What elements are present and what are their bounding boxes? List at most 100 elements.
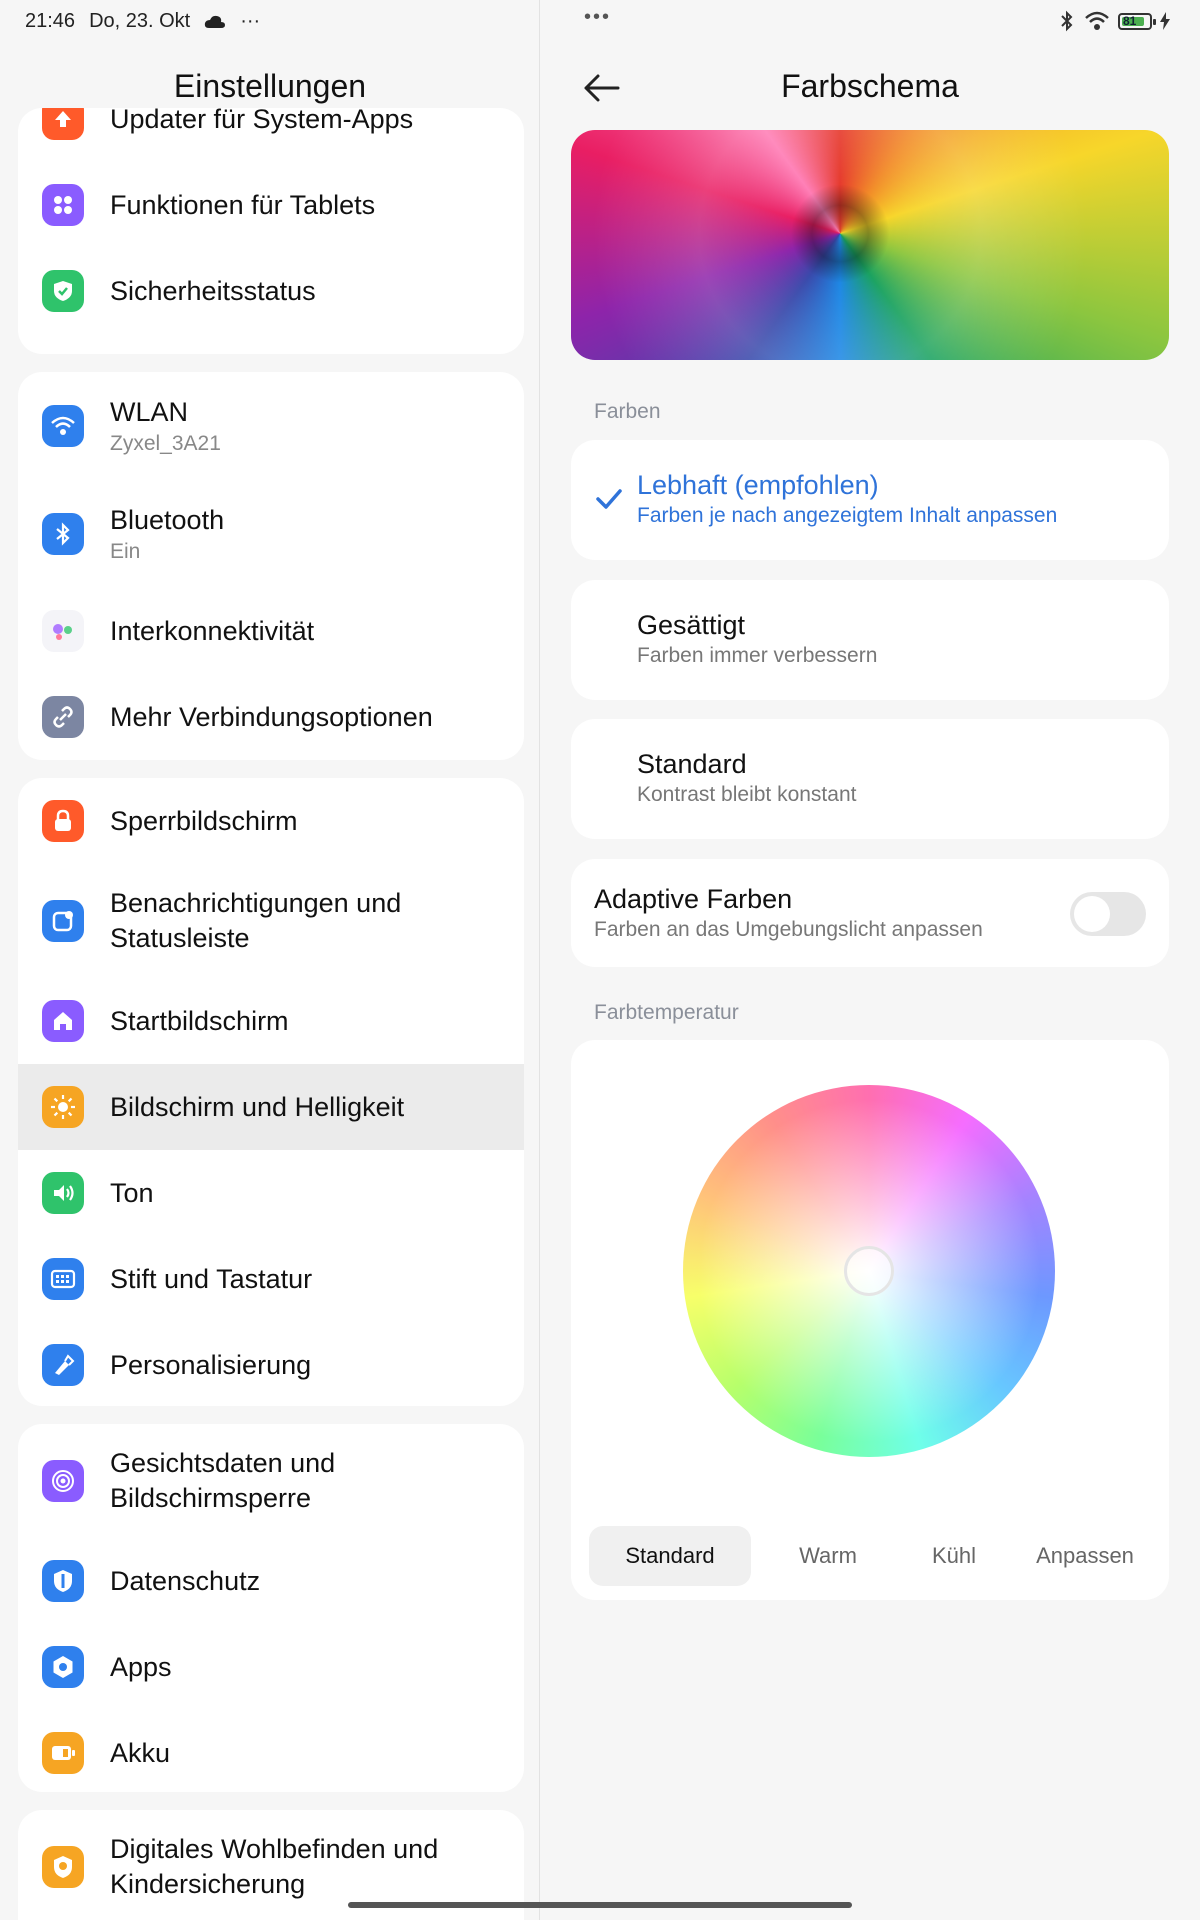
- wifi-icon: [42, 405, 84, 447]
- settings-group-connections: WLAN Zyxel_3A21 Bluetooth Ein Interkonne…: [18, 372, 524, 760]
- item-label: Ton: [110, 1177, 154, 1208]
- item-label: Stift und Tastatur: [110, 1263, 313, 1294]
- option-saturated-text: Gesättigt Farben immer verbessern: [637, 608, 877, 670]
- settings-group-display: Sperrbildschirm Benachrichtigungen und S…: [18, 778, 524, 1406]
- item-label: Mehr Verbindungsoptionen: [110, 701, 433, 732]
- status-bar: 21:46 Do, 23. Okt ··· ••• 81: [0, 0, 1200, 44]
- status-date: Do, 23. Okt: [89, 10, 191, 32]
- settings-item-privacy[interactable]: Datenschutz: [18, 1538, 524, 1624]
- settings-item-tablet-features[interactable]: Funktionen für Tablets: [18, 162, 524, 248]
- segment-standard[interactable]: Standard: [589, 1526, 751, 1586]
- tablet-grid-icon: [42, 184, 84, 226]
- adaptive-subtitle: Farben an das Umgebungslicht anpassen: [594, 918, 983, 941]
- option-title: Gesättigt: [637, 610, 746, 640]
- settings-item-lock-screen[interactable]: Sperrbildschirm: [18, 778, 524, 864]
- brush-icon: [42, 1344, 84, 1386]
- speaker-icon: [42, 1172, 84, 1214]
- keyboard-icon: [42, 1258, 84, 1300]
- item-label-line2: Kindersicherung: [110, 1869, 306, 1899]
- item-label: WLAN: [110, 396, 189, 427]
- option-standard-text: Standard Kontrast bleibt konstant: [637, 747, 856, 809]
- check-icon: [596, 489, 622, 509]
- shield-check-icon: [42, 270, 84, 312]
- battery-icon: [42, 1732, 84, 1774]
- home-indicator[interactable]: [348, 1902, 852, 1908]
- settings-item-bluetooth[interactable]: Bluetooth Ein: [18, 480, 524, 588]
- toggle-knob: [1074, 896, 1110, 932]
- item-label: Funktionen für Tablets: [110, 189, 376, 220]
- item-label-line2: Statusleiste: [110, 923, 250, 953]
- wellbeing-icon: [42, 1846, 84, 1888]
- upload-arrow-icon: [42, 108, 84, 140]
- option-vivid-text: Lebhaft (empfohlen) Farben je nach angez…: [637, 468, 1057, 530]
- settings-item-pen-keyboard[interactable]: Stift und Tastatur: [18, 1236, 524, 1322]
- settings-item-face-data[interactable]: Gesichtsdaten und Bildschirmsperre: [18, 1424, 524, 1538]
- option-title: Standard: [637, 749, 747, 779]
- item-label: Digitales Wohlbefinden und: [110, 1834, 439, 1864]
- segment-cool[interactable]: Kühl: [900, 1526, 1008, 1586]
- battery-level: 81: [1123, 13, 1137, 28]
- item-label: Startbildschirm: [110, 1005, 289, 1036]
- item-label: Bluetooth: [110, 504, 225, 535]
- section-label-color-temperature: Farbtemperatur: [594, 1001, 739, 1024]
- settings-item-notifications[interactable]: Benachrichtigungen und Statusleiste: [18, 864, 524, 978]
- option-subtitle: Farben je nach angezeigtem Inhalt anpass…: [637, 504, 1058, 527]
- status-more: ···: [240, 10, 261, 32]
- apps-gear-icon: [42, 1646, 84, 1688]
- settings-item-display-brightness[interactable]: Bildschirm und Helligkeit: [18, 1064, 524, 1150]
- item-sublabel: Zyxel_3A21: [110, 431, 221, 455]
- option-subtitle: Kontrast bleibt konstant: [637, 783, 857, 806]
- home-icon: [42, 1000, 84, 1042]
- charging-icon: [1160, 12, 1170, 30]
- option-subtitle: Farben immer verbessern: [637, 644, 878, 667]
- notification-icon: [42, 900, 84, 942]
- item-label: Personalisierung: [110, 1349, 312, 1380]
- settings-item-battery[interactable]: Akku: [18, 1710, 524, 1792]
- cloud-icon: [205, 15, 226, 28]
- item-label: Sicherheitsstatus: [110, 275, 316, 306]
- item-label: Bildschirm und Helligkeit: [110, 1091, 405, 1122]
- settings-item-home-screen[interactable]: Startbildschirm: [18, 978, 524, 1064]
- lock-icon: [42, 800, 84, 842]
- settings-item-interconnectivity[interactable]: Interkonnektivität: [18, 588, 524, 674]
- item-label: Akku: [110, 1737, 171, 1768]
- adaptive-title: Adaptive Farben: [594, 884, 793, 914]
- settings-item-personalization[interactable]: Personalisierung: [18, 1322, 524, 1406]
- item-label: Gesichtsdaten und: [110, 1448, 336, 1478]
- link-icon: [42, 696, 84, 738]
- battery-icon: 81: [1118, 12, 1156, 30]
- item-label: Updater für System-Apps: [110, 108, 414, 134]
- pane-divider: [539, 0, 540, 1920]
- item-label: Apps: [110, 1651, 172, 1682]
- settings-item-system-apps-updater[interactable]: Updater für System-Apps: [18, 108, 524, 162]
- sun-icon: [42, 1086, 84, 1128]
- segment-custom[interactable]: Anpassen: [1022, 1526, 1148, 1586]
- item-label: Sperrbildschirm: [110, 805, 298, 836]
- bluetooth-status-icon: [1061, 10, 1073, 32]
- page-title: Farbschema: [781, 68, 959, 104]
- item-sublabel: Ein: [110, 539, 141, 563]
- color-pencils-banner-image: [571, 130, 1169, 360]
- wifi-status-icon: [1085, 11, 1109, 30]
- adaptive-colors-toggle[interactable]: [1070, 892, 1146, 936]
- item-label: Interkonnektivität: [110, 615, 315, 646]
- adaptive-colors-text: Adaptive Farben Farben an das Umgebungsl…: [594, 882, 983, 944]
- color-wheel-handle[interactable]: [844, 1246, 894, 1296]
- item-label-line2: Bildschirmsperre: [110, 1483, 312, 1513]
- option-title: Lebhaft (empfohlen): [637, 470, 879, 500]
- settings-item-security-status[interactable]: Sicherheitsstatus: [18, 248, 524, 334]
- item-label: Datenschutz: [110, 1565, 261, 1596]
- settings-group-security: Gesichtsdaten und Bildschirmsperre Daten…: [18, 1424, 524, 1792]
- segment-warm[interactable]: Warm: [770, 1526, 886, 1586]
- settings-item-wlan[interactable]: WLAN Zyxel_3A21: [18, 372, 524, 480]
- status-time: 21:46: [25, 10, 76, 32]
- privacy-icon: [42, 1560, 84, 1602]
- window-drag-dots[interactable]: •••: [584, 6, 611, 29]
- settings-item-apps[interactable]: Apps: [18, 1624, 524, 1710]
- settings-item-sound[interactable]: Ton: [18, 1150, 524, 1236]
- fingerprint-icon: [42, 1460, 84, 1502]
- settings-item-more-connections[interactable]: Mehr Verbindungsoptionen: [18, 674, 524, 760]
- section-label-colors: Farben: [594, 400, 661, 423]
- bluetooth-icon: [42, 513, 84, 555]
- item-label: Benachrichtigungen und: [110, 888, 402, 918]
